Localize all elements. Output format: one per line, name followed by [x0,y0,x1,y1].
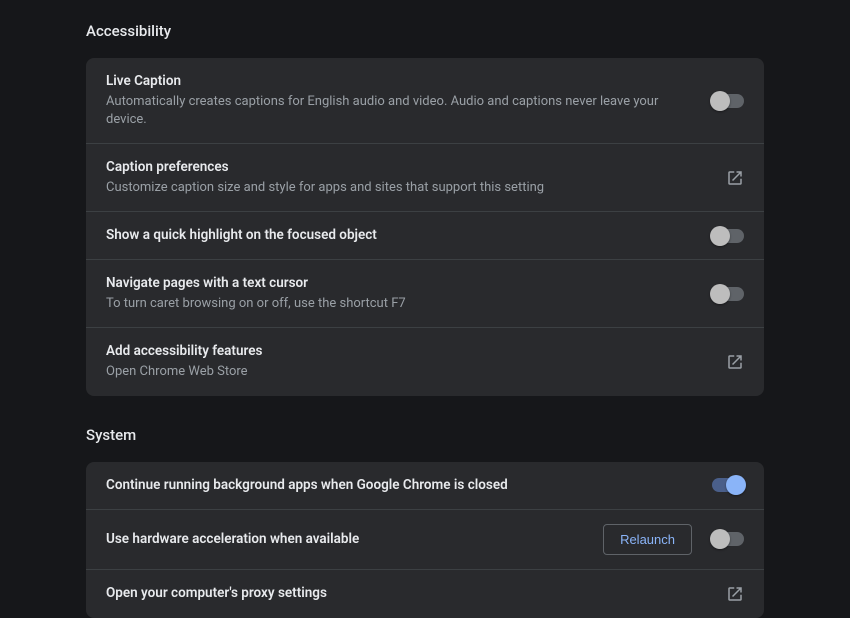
quick-highlight-text: Show a quick highlight on the focused ob… [106,226,692,245]
live-caption-row: Live Caption Automatically creates capti… [86,58,764,144]
caret-browsing-row: Navigate pages with a text cursor To tur… [86,260,764,328]
quick-highlight-title: Show a quick highlight on the focused ob… [106,226,692,245]
proxy-row[interactable]: Open your computer's proxy settings [86,570,764,618]
background-apps-toggle[interactable] [712,478,744,492]
background-apps-title: Continue running background apps when Go… [106,476,692,495]
background-apps-controls [712,478,744,492]
relaunch-button[interactable]: Relaunch [603,524,692,555]
hw-accel-controls: Relaunch [603,524,744,555]
live-caption-text: Live Caption Automatically creates capti… [106,72,692,129]
caption-prefs-sub: Customize caption size and style for app… [106,179,706,197]
quick-highlight-controls [712,229,744,243]
background-apps-text: Continue running background apps when Go… [106,476,692,495]
accessibility-card: Live Caption Automatically creates capti… [86,58,764,396]
add-features-row[interactable]: Add accessibility features Open Chrome W… [86,328,764,395]
caption-prefs-title: Caption preferences [106,158,706,177]
hw-accel-text: Use hardware acceleration when available [106,530,583,549]
system-card: Continue running background apps when Go… [86,462,764,618]
live-caption-toggle[interactable] [712,94,744,108]
live-caption-controls [712,94,744,108]
caret-browsing-controls [712,287,744,301]
external-link-icon [726,353,744,371]
system-heading: System [86,426,764,444]
live-caption-title: Live Caption [106,72,692,91]
hw-accel-toggle[interactable] [712,532,744,546]
background-apps-row: Continue running background apps when Go… [86,462,764,510]
add-features-controls [726,353,744,371]
caption-prefs-controls [726,169,744,187]
add-features-sub: Open Chrome Web Store [106,363,706,381]
accessibility-heading: Accessibility [86,22,764,40]
add-features-title: Add accessibility features [106,342,706,361]
hw-accel-row: Use hardware acceleration when available… [86,510,764,570]
caret-browsing-text: Navigate pages with a text cursor To tur… [106,274,692,313]
settings-content: Accessibility Live Caption Automatically… [0,0,850,618]
quick-highlight-toggle[interactable] [712,229,744,243]
caret-browsing-toggle[interactable] [712,287,744,301]
live-caption-sub: Automatically creates captions for Engli… [106,93,692,129]
quick-highlight-row: Show a quick highlight on the focused ob… [86,212,764,260]
external-link-icon [726,169,744,187]
caption-prefs-text: Caption preferences Customize caption si… [106,158,706,197]
caption-prefs-row[interactable]: Caption preferences Customize caption si… [86,144,764,212]
proxy-text: Open your computer's proxy settings [106,584,706,603]
caret-browsing-sub: To turn caret browsing on or off, use th… [106,295,692,313]
caret-browsing-title: Navigate pages with a text cursor [106,274,692,293]
hw-accel-title: Use hardware acceleration when available [106,530,583,549]
add-features-text: Add accessibility features Open Chrome W… [106,342,706,381]
proxy-title: Open your computer's proxy settings [106,584,706,603]
